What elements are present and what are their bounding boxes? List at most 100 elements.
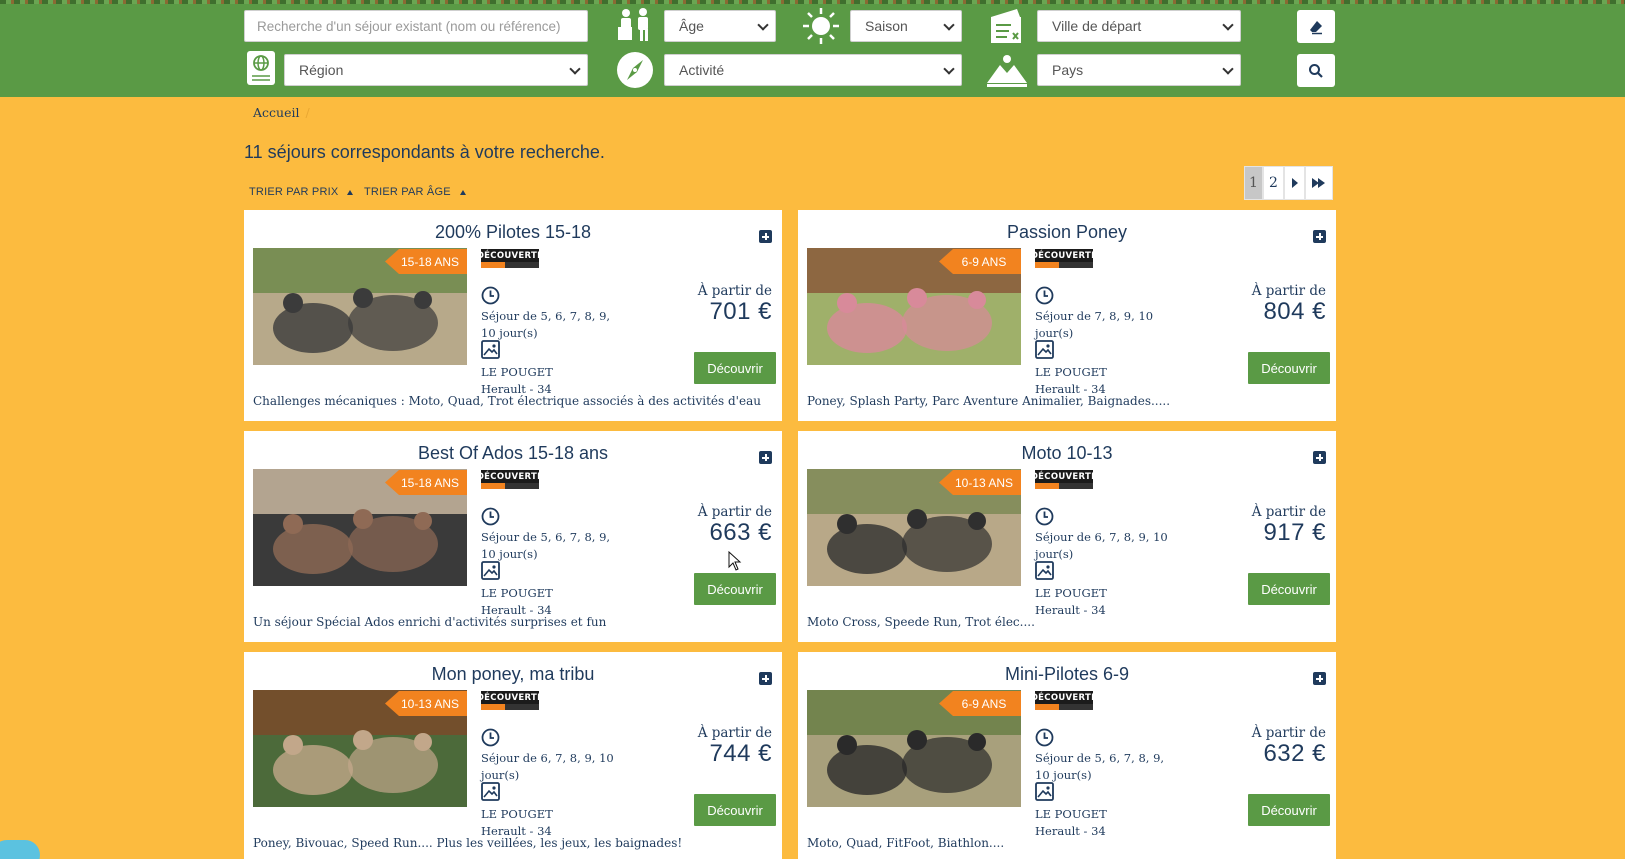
stay-title[interactable]: Passion Poney bbox=[798, 222, 1336, 243]
decouverte-badge: DÉCOUVERTE bbox=[1030, 470, 1098, 490]
last-page-button[interactable] bbox=[1305, 166, 1333, 200]
age-ribbon: 10-13 ANS bbox=[385, 691, 467, 716]
chevron-down-icon bbox=[943, 19, 955, 31]
page-1-button[interactable]: 1 bbox=[1244, 166, 1263, 200]
discover-button[interactable]: Découvrir bbox=[1248, 573, 1330, 605]
search-button[interactable] bbox=[1297, 54, 1335, 87]
sun-icon bbox=[801, 6, 841, 46]
stay-title[interactable]: Mini-Pilotes 6-9 bbox=[798, 664, 1336, 685]
discover-button[interactable]: Découvrir bbox=[694, 794, 776, 826]
decouverte-badge: DÉCOUVERTE bbox=[1031, 691, 1097, 711]
compass-icon bbox=[614, 49, 656, 91]
badge-label: DÉCOUVERTE bbox=[1030, 470, 1098, 483]
region-select[interactable]: Région bbox=[284, 54, 588, 86]
departure-city-select[interactable]: Ville de départ bbox=[1037, 10, 1241, 42]
price-prefix: À partir de bbox=[1251, 725, 1326, 741]
sort-by-price-label: TRIER PAR PRIX bbox=[249, 186, 339, 198]
search-input[interactable]: Recherche d'un séjour existant (nom ou r… bbox=[244, 10, 588, 42]
picture-icon bbox=[481, 561, 500, 585]
stay-title[interactable]: Best Of Ados 15-18 ans bbox=[244, 443, 782, 464]
mountain-icon bbox=[985, 52, 1029, 88]
stay-price: 663 € bbox=[709, 519, 772, 546]
plus-square-icon[interactable] bbox=[759, 451, 772, 464]
plus-square-icon[interactable] bbox=[1313, 230, 1326, 243]
region-select-label: Région bbox=[299, 62, 344, 78]
discover-button[interactable]: Découvrir bbox=[694, 573, 776, 605]
decouverte-badge: DÉCOUVERTE bbox=[1030, 249, 1098, 269]
stay-card: Moto 10-13 10-13 ANS DÉCOUVERTE Séjour d… bbox=[798, 431, 1336, 642]
search-placeholder: Recherche d'un séjour existant (nom ou r… bbox=[257, 18, 561, 34]
price-prefix: À partir de bbox=[1251, 283, 1326, 299]
season-select[interactable]: Saison bbox=[850, 10, 962, 42]
sort-arrow-icon bbox=[347, 189, 354, 195]
stay-card: Mon poney, ma tribu 10-13 ANS DÉCOUVERTE… bbox=[244, 652, 782, 859]
plus-square-icon[interactable] bbox=[1313, 451, 1326, 464]
age-ribbon: 6-9 ANS bbox=[939, 249, 1021, 274]
clock-icon bbox=[481, 286, 500, 310]
country-select[interactable]: Pays bbox=[1037, 54, 1241, 86]
results-count: 11 séjours correspondants à votre recher… bbox=[244, 142, 605, 162]
chevron-down-icon bbox=[1222, 63, 1234, 75]
breadcrumb: Accueil / bbox=[253, 105, 310, 120]
clock-icon bbox=[1035, 728, 1054, 752]
stay-location: LE POUGET Herault - 34 bbox=[481, 586, 553, 617]
decouverte-badge: DÉCOUVERTE bbox=[476, 249, 544, 269]
plus-square-icon[interactable] bbox=[759, 230, 772, 243]
badge-label: DÉCOUVERTE bbox=[476, 691, 544, 704]
badge-label: DÉCOUVERTE bbox=[476, 249, 544, 262]
stay-title[interactable]: Moto 10-13 bbox=[798, 443, 1336, 464]
next-page-button[interactable] bbox=[1284, 166, 1305, 200]
stay-title[interactable]: Mon poney, ma tribu bbox=[244, 664, 782, 685]
stay-title[interactable]: 200% Pilotes 15-18 bbox=[244, 222, 782, 243]
breadcrumb-separator: / bbox=[305, 105, 310, 120]
stay-price: 917 € bbox=[1263, 519, 1326, 546]
departure-city-label: Ville de départ bbox=[1052, 18, 1142, 34]
stay-description: Challenges mécaniques : Moto, Quad, Trot… bbox=[253, 394, 761, 408]
sort-by-age[interactable]: TRIER PAR ÂGE bbox=[364, 186, 466, 198]
stay-location: LE POUGET Herault - 34 bbox=[481, 365, 553, 396]
chevron-right-icon bbox=[1291, 178, 1298, 188]
activity-select-label: Activité bbox=[679, 62, 725, 78]
age-select[interactable]: Âge bbox=[664, 10, 776, 42]
picture-icon bbox=[1035, 782, 1054, 806]
stay-location: LE POUGET Herault - 34 bbox=[1035, 586, 1107, 617]
chevron-down-icon bbox=[1222, 19, 1234, 31]
country-select-label: Pays bbox=[1052, 62, 1084, 78]
stay-duration: Séjour de 5, 6, 7, 8, 9, 10 jour(s) bbox=[481, 309, 611, 340]
age-ribbon: 15-18 ANS bbox=[385, 249, 467, 274]
reset-filters-button[interactable] bbox=[1297, 10, 1335, 43]
stay-price: 632 € bbox=[1263, 740, 1326, 767]
sort-arrow-icon bbox=[459, 189, 466, 195]
sort-by-price[interactable]: TRIER PAR PRIX bbox=[249, 186, 354, 198]
picture-icon bbox=[1035, 561, 1054, 585]
sort-by-age-label: TRIER PAR ÂGE bbox=[364, 186, 451, 198]
activity-select[interactable]: Activité bbox=[664, 54, 962, 86]
chevron-down-icon bbox=[757, 19, 769, 31]
ticket-icon bbox=[987, 6, 1027, 46]
picture-icon bbox=[481, 782, 500, 806]
page-2-button[interactable]: 2 bbox=[1263, 166, 1284, 200]
discover-button[interactable]: Découvrir bbox=[1248, 794, 1330, 826]
stay-duration: Séjour de 5, 6, 7, 8, 9, 10 jour(s) bbox=[1035, 751, 1165, 782]
stay-duration: Séjour de 6, 7, 8, 9, 10 jour(s) bbox=[1035, 530, 1168, 561]
breadcrumb-home-link[interactable]: Accueil bbox=[253, 105, 299, 120]
decouverte-badge: DÉCOUVERTE bbox=[477, 470, 543, 490]
season-select-label: Saison bbox=[865, 18, 908, 34]
plus-square-icon[interactable] bbox=[1313, 672, 1326, 685]
price-prefix: À partir de bbox=[697, 283, 772, 299]
stay-price: 701 € bbox=[709, 298, 772, 325]
age-ribbon: 10-13 ANS bbox=[939, 470, 1021, 495]
chat-bubble[interactable] bbox=[0, 840, 40, 859]
search-header: Recherche d'un séjour existant (nom ou r… bbox=[0, 0, 1625, 97]
discover-button[interactable]: Découvrir bbox=[1248, 352, 1330, 384]
age-select-label: Âge bbox=[679, 18, 704, 34]
stay-description: Poney, Splash Party, Parc Aventure Anima… bbox=[807, 394, 1171, 408]
stay-card: Mini-Pilotes 6-9 6-9 ANS DÉCOUVERTE Séjo… bbox=[798, 652, 1336, 859]
discover-button[interactable]: Découvrir bbox=[694, 352, 776, 384]
clock-icon bbox=[481, 728, 500, 752]
stay-location: LE POUGET Herault - 34 bbox=[481, 807, 553, 838]
grass-strip bbox=[0, 0, 1625, 4]
badge-label: DÉCOUVERTE bbox=[1030, 249, 1098, 262]
plus-square-icon[interactable] bbox=[759, 672, 772, 685]
stay-duration: Séjour de 7, 8, 9, 10 jour(s) bbox=[1035, 309, 1154, 340]
